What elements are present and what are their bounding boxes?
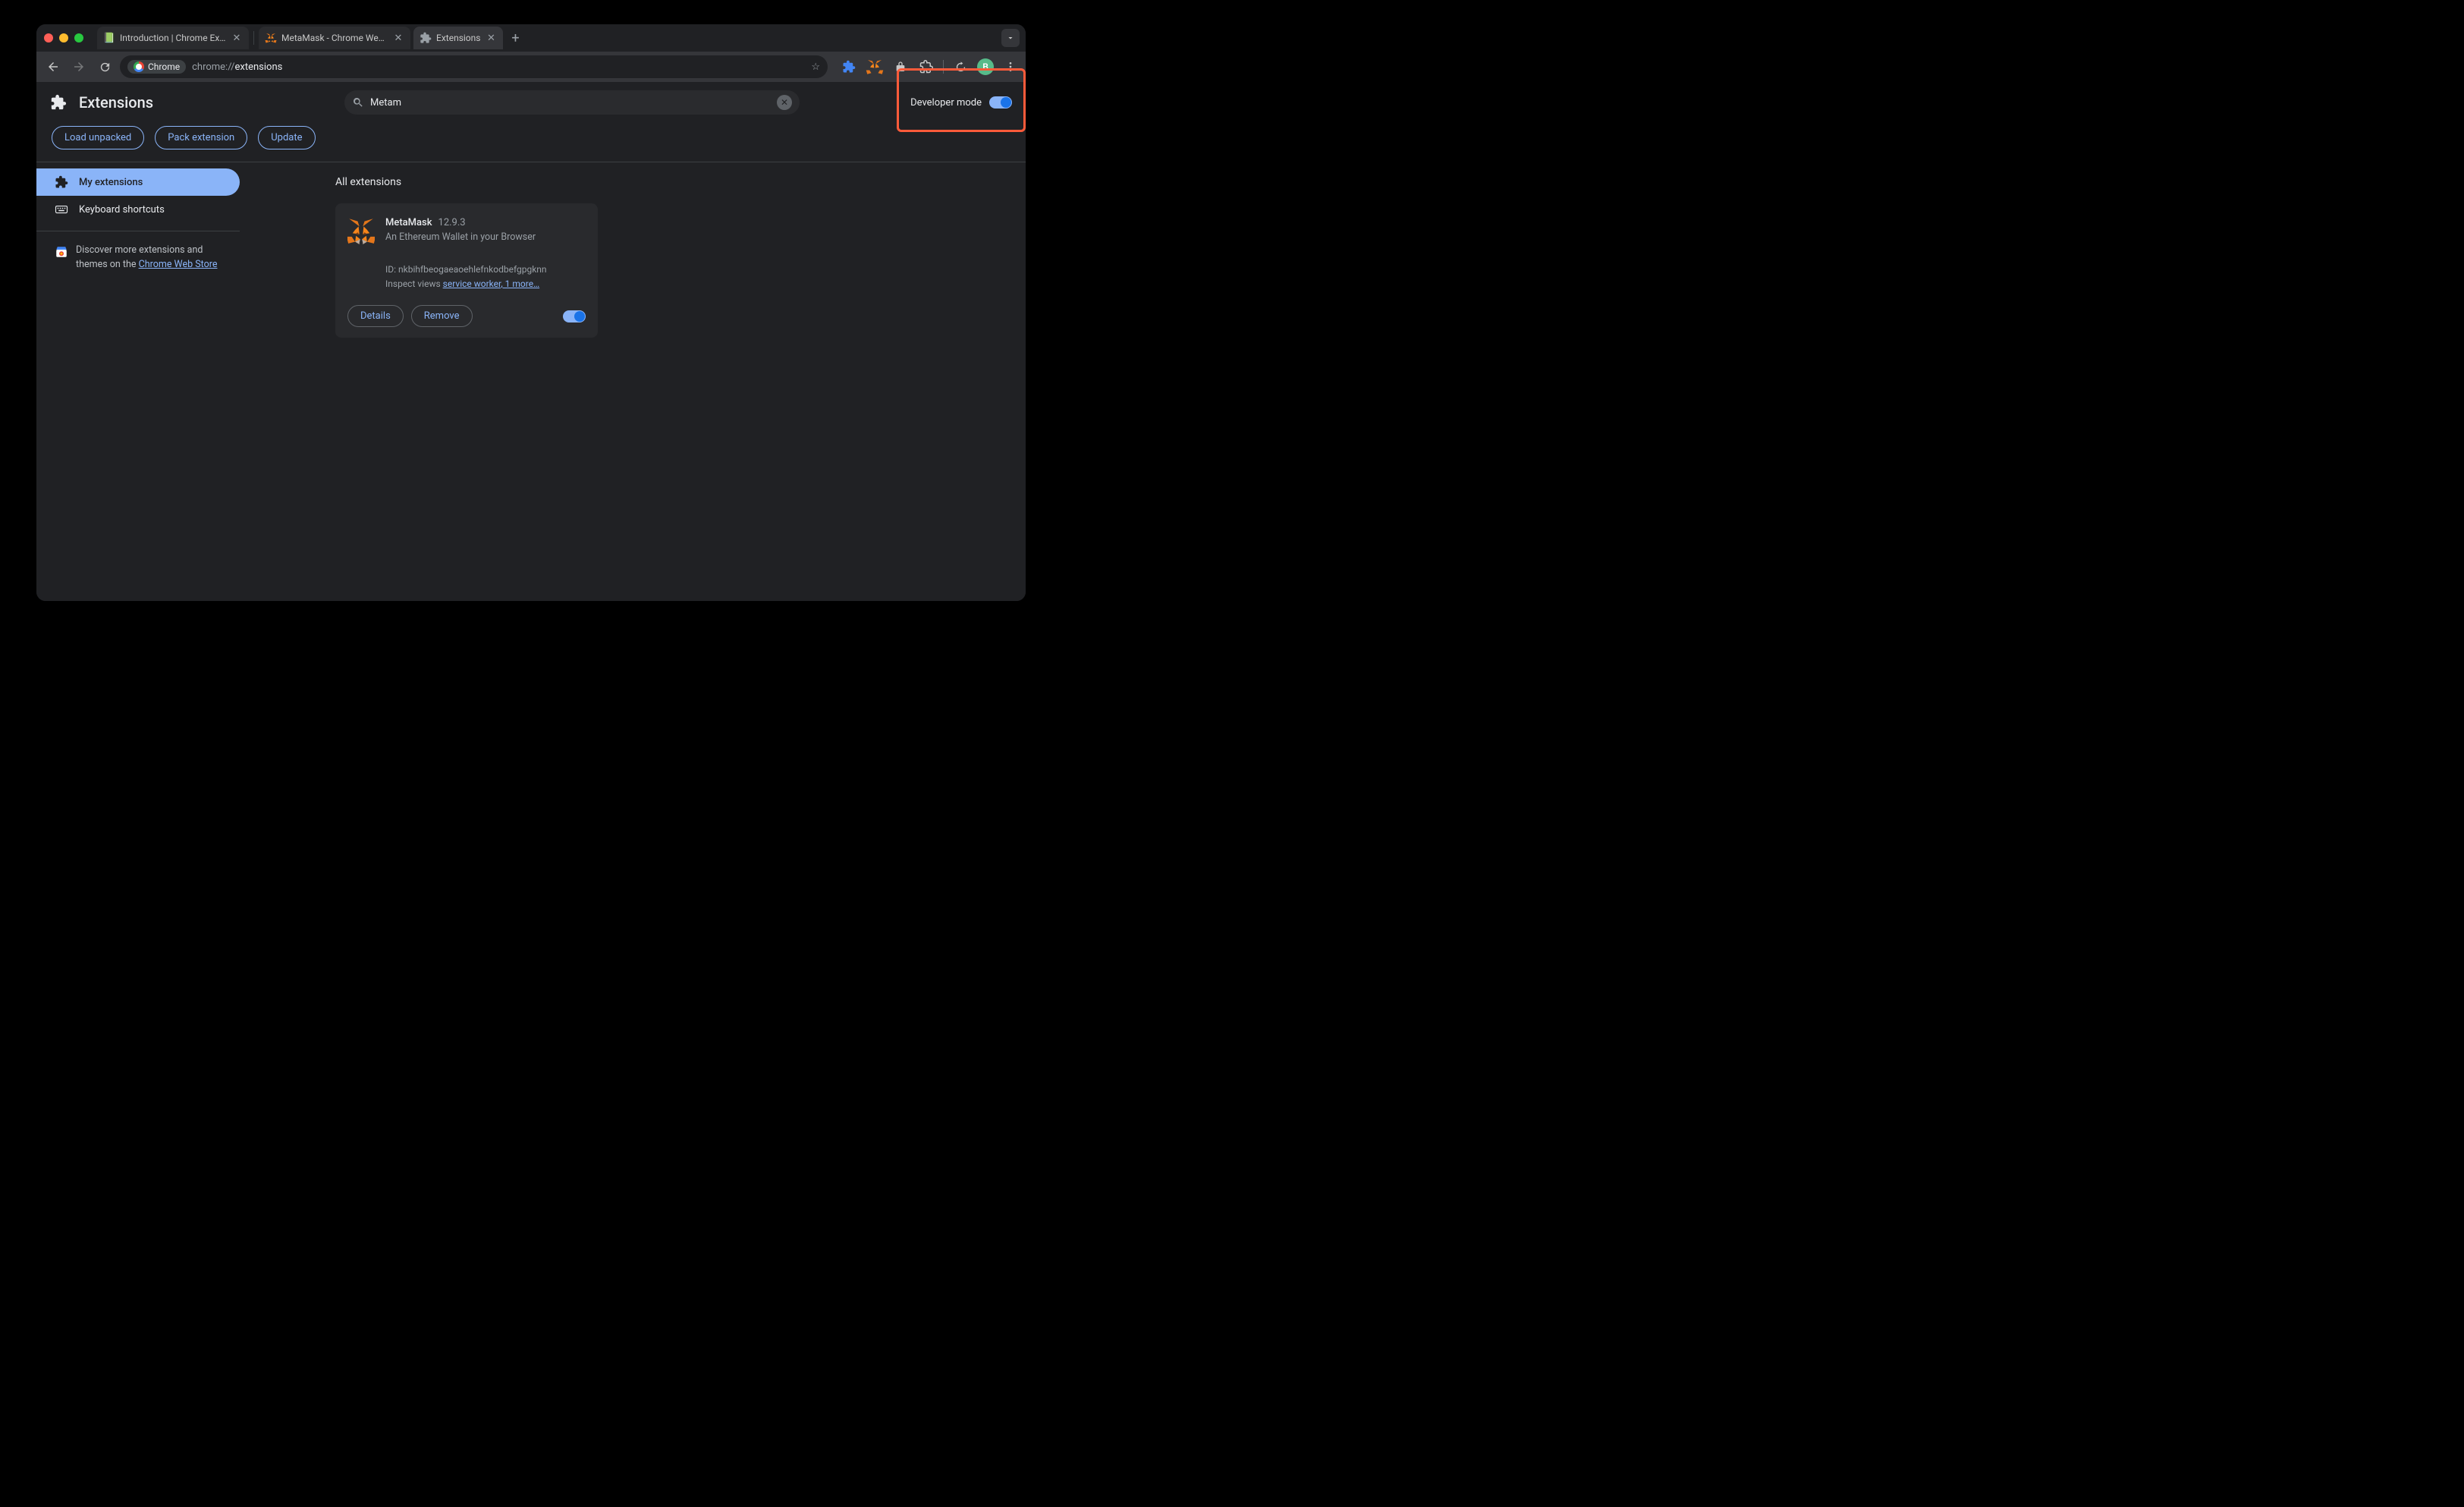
- search-icon: [352, 96, 364, 109]
- extension-icon: [55, 175, 68, 189]
- web-store-icon: [55, 245, 68, 259]
- kebab-menu-icon[interactable]: [1001, 58, 1020, 76]
- section-title: All extensions: [335, 176, 930, 188]
- password-icon[interactable]: [891, 58, 910, 76]
- developer-buttons: Load unpacked Pack extension Update: [36, 123, 1026, 162]
- extension-enable-toggle[interactable]: [563, 310, 586, 322]
- tab-introduction[interactable]: 📗 Introduction | Chrome Extens ✕: [97, 27, 249, 49]
- web-store-link[interactable]: Chrome Web Store: [139, 259, 218, 270]
- update-button[interactable]: Update: [258, 126, 315, 149]
- address-bar[interactable]: Chrome chrome://extensions ☆: [120, 55, 828, 78]
- toolbar-divider: [943, 60, 944, 74]
- sidebar-item-label: My extensions: [79, 177, 143, 188]
- close-tab-icon[interactable]: ✕: [392, 33, 404, 44]
- refresh-profile-icon[interactable]: [951, 58, 970, 76]
- sidebar-item-label: Keyboard shortcuts: [79, 204, 165, 216]
- chip-label: Chrome: [148, 61, 180, 72]
- search-input[interactable]: [370, 97, 771, 109]
- developer-mode: Developer mode: [910, 96, 1012, 109]
- page-title: Extensions: [79, 93, 153, 112]
- extension-name: MetaMask: [385, 217, 432, 228]
- tab-title: Introduction | Chrome Extens: [120, 33, 226, 43]
- keyboard-icon: [55, 203, 68, 216]
- window-controls: [44, 33, 83, 42]
- url-text: chrome://extensions: [192, 61, 282, 73]
- pack-extension-button[interactable]: Pack extension: [155, 126, 247, 149]
- sidebar: My extensions Keyboard shortcuts Discove…: [36, 162, 240, 590]
- forward-button[interactable]: [68, 56, 90, 77]
- remove-button[interactable]: Remove: [411, 305, 473, 327]
- tab-title: Extensions: [436, 33, 480, 43]
- maximize-window[interactable]: [74, 33, 83, 42]
- new-tab-button[interactable]: +: [506, 30, 524, 46]
- clear-search-icon[interactable]: ✕: [777, 95, 792, 110]
- inspect-views-link[interactable]: service worker, 1 more…: [443, 278, 539, 289]
- extension-version: 12.9.3: [438, 217, 466, 228]
- tabs-dropdown-button[interactable]: [1001, 29, 1020, 47]
- tab-metamask-store[interactable]: MetaMask - Chrome Web Sto ✕: [259, 27, 410, 49]
- close-tab-icon[interactable]: ✕: [231, 33, 243, 44]
- chrome-icon: [134, 61, 144, 72]
- extension-description: An Ethereum Wallet in your Browser: [385, 231, 586, 243]
- close-tab-icon[interactable]: ✕: [485, 33, 497, 44]
- sidebar-item-my-extensions[interactable]: My extensions: [36, 168, 240, 196]
- page-header: Extensions ✕ Developer mode: [36, 82, 1026, 123]
- developer-mode-label: Developer mode: [910, 97, 982, 109]
- bookmark-icon: 📗: [103, 32, 115, 44]
- browser-toolbar: Chrome chrome://extensions ☆ B: [36, 52, 1026, 82]
- details-button[interactable]: Details: [347, 305, 404, 327]
- search-box[interactable]: ✕: [344, 90, 800, 115]
- tab-title: MetaMask - Chrome Web Sto: [281, 33, 388, 43]
- inspect-views: Inspect views service worker, 1 more…: [385, 277, 586, 291]
- sidebar-item-keyboard-shortcuts[interactable]: Keyboard shortcuts: [36, 196, 240, 223]
- developer-mode-toggle[interactable]: [989, 96, 1012, 109]
- extension-item-icon: [347, 217, 375, 244]
- profile-avatar[interactable]: B: [977, 58, 994, 75]
- extension-icon: [420, 32, 432, 44]
- minimize-window[interactable]: [59, 33, 68, 42]
- close-window[interactable]: [44, 33, 53, 42]
- back-button[interactable]: [42, 56, 64, 77]
- tab-separator: [253, 31, 254, 45]
- metamask-icon: [265, 32, 277, 44]
- extension-id: ID: nkbihfbeogaeaoehlefnkodbefgpgknn: [385, 263, 586, 277]
- tab-extensions[interactable]: Extensions ✕: [413, 27, 503, 49]
- bookmark-star-icon[interactable]: ☆: [811, 61, 820, 73]
- tab-strip: 📗 Introduction | Chrome Extens ✕ MetaMas…: [36, 24, 1026, 52]
- extensions-page-icon: [50, 94, 67, 111]
- reload-button[interactable]: [94, 56, 115, 77]
- extensions-menu-icon[interactable]: [917, 58, 935, 76]
- extension-card-metamask: MetaMask 12.9.3 An Ethereum Wallet in yo…: [335, 203, 598, 338]
- extension-puzzle-blue-icon[interactable]: [840, 58, 858, 76]
- metamask-toolbar-icon[interactable]: [866, 58, 884, 76]
- site-chip[interactable]: Chrome: [127, 60, 186, 74]
- load-unpacked-button[interactable]: Load unpacked: [52, 126, 144, 149]
- web-store-promo: Discover more extensions and themes on t…: [36, 239, 240, 277]
- main-panel: All extensions MetaMask 12.9.3 An Ethere…: [240, 162, 1026, 590]
